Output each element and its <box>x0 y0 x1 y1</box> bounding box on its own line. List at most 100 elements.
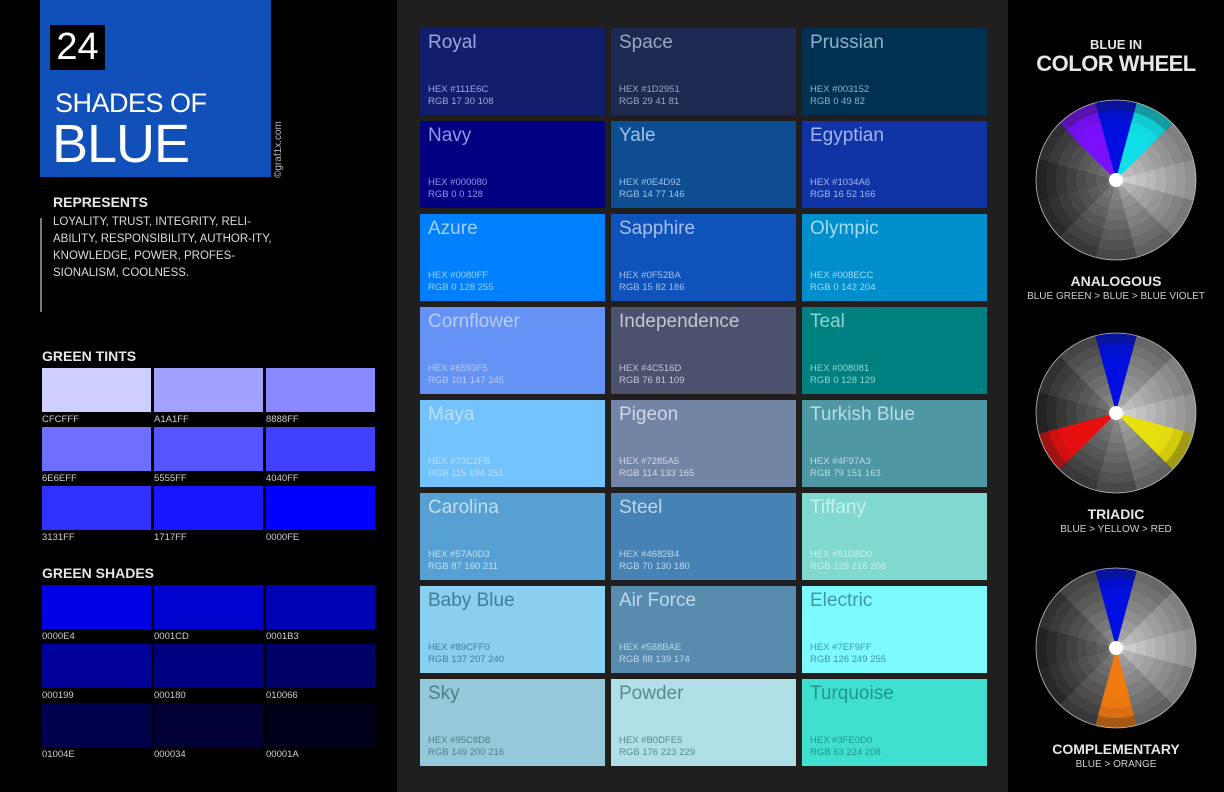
color-rgb: RGB 17 30 108 <box>428 96 494 107</box>
shades-grid: 0000E4 0001CD 0001B3 000199 000180 010066 0100… <box>42 585 376 762</box>
shades-swatch: 0000E4 <box>42 585 151 644</box>
color-rgb: RGB 137 207 240 <box>428 654 505 665</box>
represents-text: LOYALITY, TRUST, INTEGRITY, RELI-ABILITY… <box>53 216 272 279</box>
shades-swatch: 0001CD <box>154 585 263 644</box>
swatch-label: 00001A <box>266 749 299 760</box>
swatch-label: A1A1FF <box>154 414 189 425</box>
color-hex: HEX #0080FF <box>428 270 489 281</box>
color-wheel-analogous <box>1035 99 1197 261</box>
color-cards-panel: Royal HEX #111E6C RGB 17 30 108 Space HEX #1… <box>397 0 1008 792</box>
shades-swatch: 000180 <box>154 644 263 703</box>
shades-swatch: 010066 <box>266 644 375 703</box>
color-rgb: RGB 79 151 163 <box>810 468 881 479</box>
color-hex: HEX #1034A6 <box>810 177 871 188</box>
wheel-center <box>1109 641 1123 655</box>
swatch-chip <box>154 427 263 471</box>
color-rgb: RGB 115 194 251 <box>428 468 504 479</box>
color-cards-grid: Royal HEX #111E6C RGB 17 30 108 Space HEX #1… <box>420 28 987 766</box>
color-rgb: RGB 15 82 186 <box>619 282 685 293</box>
represents-heading: REPRESENTS <box>53 194 148 210</box>
color-card: Maya HEX #73C2FB RGB 115 194 251 <box>420 400 605 487</box>
swatch-label: CFCFFF <box>42 414 79 425</box>
color-card: Royal HEX #111E6C RGB 17 30 108 <box>420 28 605 115</box>
color-rgb: RGB 149 200 216 <box>428 747 505 758</box>
swatch-chip <box>266 427 375 471</box>
color-rgb: RGB 101 147 245 <box>428 375 505 386</box>
color-card: Sapphire HEX #0F52BA RGB 15 82 186 <box>611 214 796 301</box>
color-rgb: RGB 0 0 128 <box>428 189 483 200</box>
color-name: Electric <box>810 590 873 611</box>
color-card: Pigeon HEX #7285A5 RGB 114 133 165 <box>611 400 796 487</box>
swatch-chip <box>266 585 375 629</box>
tints-swatch: A1A1FF <box>154 368 263 427</box>
tints-swatch: 3131FF <box>42 486 151 545</box>
color-hex: HEX #000080 <box>428 177 488 188</box>
color-name: Air Force <box>619 590 697 611</box>
swatch-label: 8888FF <box>266 414 299 425</box>
color-rgb: RGB 29 41 81 <box>619 96 680 107</box>
color-rgb: RGB 88 139 174 <box>619 654 690 665</box>
shades-swatch: 0001B3 <box>266 585 375 644</box>
swatch-chip <box>42 644 151 688</box>
color-card: Electric HEX #7EF9FF RGB 126 249 255 <box>802 586 987 673</box>
color-name: Cornflower <box>428 311 520 332</box>
swatch-label: 0000E4 <box>42 631 75 642</box>
color-hex: HEX #588BAE <box>619 642 682 653</box>
color-card: Independence HEX #4C516D RGB 76 81 109 <box>611 307 796 394</box>
color-rgb: RGB 70 130 180 <box>619 561 690 572</box>
title-main: BLUE <box>52 114 190 174</box>
color-card: Turquoise HEX #3FE0D0 RGB 63 224 208 <box>802 679 987 766</box>
color-name: Tiffany <box>810 497 866 518</box>
color-name: Maya <box>428 404 475 425</box>
color-rgb: RGB 87 160 211 <box>428 561 499 572</box>
color-name: Olympic <box>810 218 879 239</box>
swatch-chip <box>154 585 263 629</box>
shades-swatch: 01004E <box>42 703 151 762</box>
color-rgb: RGB 16 52 166 <box>810 189 876 200</box>
wheel-title-line2: COLOR WHEEL <box>1036 51 1196 76</box>
wheel-title-line1: BLUE IN <box>1090 37 1142 52</box>
color-hex: HEX #1D2951 <box>619 84 680 95</box>
color-hex: HEX #7EF9FF <box>810 642 872 653</box>
color-name: Teal <box>810 311 845 332</box>
color-card: Sky HEX #95C8D8 RGB 149 200 216 <box>420 679 605 766</box>
tints-swatch: 0000FE <box>266 486 375 545</box>
color-name: Sky <box>428 683 460 704</box>
tints-swatch: CFCFFF <box>42 368 151 427</box>
color-rgb: RGB 126 249 255 <box>810 654 887 665</box>
color-rgb: RGB 0 128 129 <box>810 375 876 386</box>
color-name: Pigeon <box>619 404 679 425</box>
color-name: Independence <box>619 311 740 332</box>
color-hex: HEX #0E4D92 <box>619 177 681 188</box>
swatch-chip <box>154 703 263 747</box>
color-hex: HEX #4F97A3 <box>810 456 871 467</box>
color-name: Powder <box>619 683 684 704</box>
color-hex: HEX #95C8D8 <box>428 735 491 746</box>
swatch-chip <box>42 368 151 412</box>
color-card: Baby Blue HEX #89CFF0 RGB 137 207 240 <box>420 586 605 673</box>
color-card: Powder HEX #B0DFE5 RGB 176 223 229 <box>611 679 796 766</box>
swatch-chip <box>42 585 151 629</box>
color-card: Air Force HEX #588BAE RGB 88 139 174 <box>611 586 796 673</box>
color-hex: HEX #B0DFE5 <box>619 735 683 746</box>
shades-heading: GREEN SHADES <box>42 565 155 581</box>
color-rgb: RGB 0 128 255 <box>428 282 494 293</box>
color-hex: HEX #0F52BA <box>619 270 681 281</box>
color-hex: HEX #008081 <box>810 363 870 374</box>
swatch-label: 5555FF <box>154 473 187 484</box>
swatch-label: 010066 <box>266 690 298 701</box>
represents-divider <box>40 218 42 312</box>
wheel-center <box>1109 173 1123 187</box>
color-name: Sapphire <box>619 218 696 239</box>
color-wheel-panel: BLUE IN COLOR WHEEL ANALOGOUS BLUE GREEN … <box>1008 0 1224 792</box>
swatch-chip <box>266 703 375 747</box>
color-card: Cornflower HEX #6593F5 RGB 101 147 245 <box>420 307 605 394</box>
wheel-scheme-name: COMPLEMENTARY <box>1052 741 1180 757</box>
color-card: Prussian HEX #003152 RGB 0 49 82 <box>802 28 987 115</box>
color-rgb: RGB 114 133 165 <box>619 468 695 479</box>
swatch-label: 000199 <box>42 690 74 701</box>
color-name: Baby Blue <box>428 590 515 611</box>
color-name: Carolina <box>428 497 499 518</box>
swatch-chip <box>154 486 263 530</box>
color-wheel-triadic <box>1035 332 1197 494</box>
